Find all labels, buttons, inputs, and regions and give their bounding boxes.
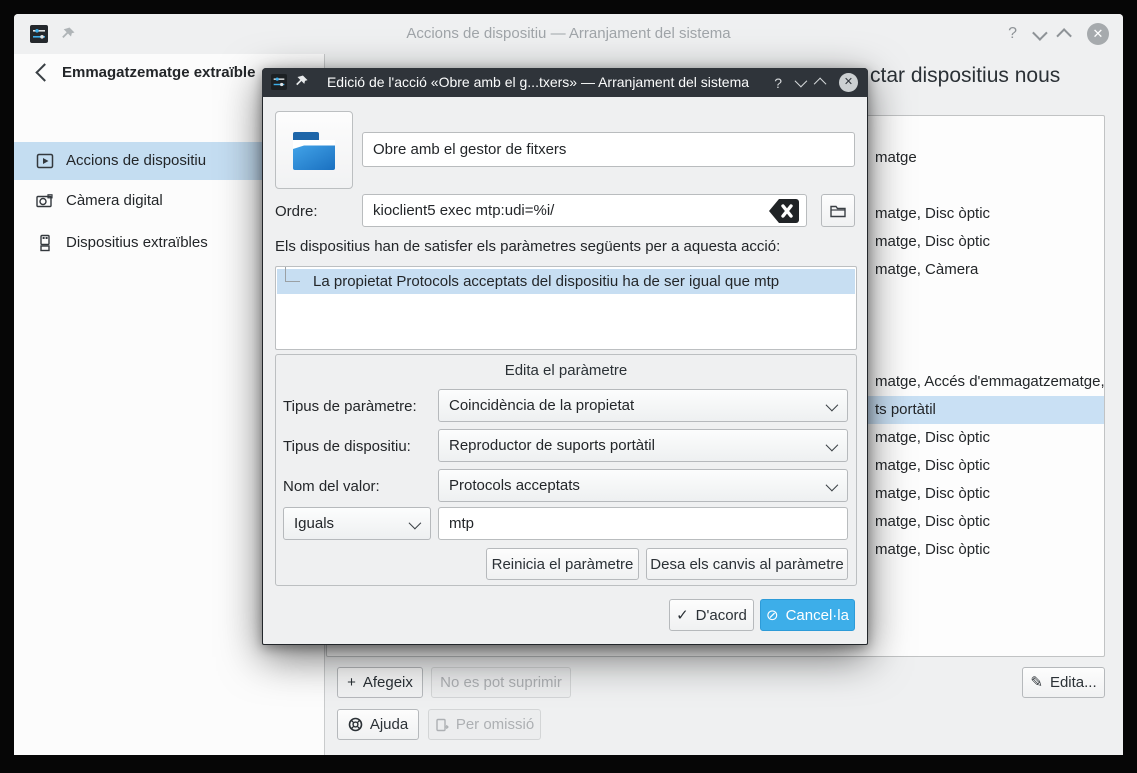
- device-label-fragment: matge, Disc òptic: [875, 424, 990, 452]
- chevron-down-icon: [826, 439, 839, 452]
- parameter-type-select[interactable]: Coincidència de la propietat: [438, 389, 848, 422]
- clear-text-icon[interactable]: [768, 198, 800, 224]
- chevron-down-icon: [826, 479, 839, 492]
- main-titlebar: Accions de dispositiu — Arranjament del …: [14, 14, 1123, 54]
- device-label-fragment: matge, Disc òptic: [875, 480, 990, 508]
- pencil-icon: ✎: [1030, 675, 1043, 690]
- close-button[interactable]: ✕: [1087, 23, 1109, 45]
- device-type-label: Tipus de dispositiu:: [283, 438, 411, 455]
- edit-action-dialog: Edició de l'acció «Obre amb el g...txers…: [262, 68, 868, 645]
- chevron-down-icon: [409, 517, 422, 530]
- maximize-button[interactable]: [814, 78, 827, 91]
- remove-button: No es pot suprimir: [431, 667, 571, 698]
- cancel-button[interactable]: ⊘ Cancel·la: [760, 599, 855, 631]
- device-label-fragment: matge: [875, 144, 917, 172]
- dialog-title: Edició de l'acció «Obre amb el g...txers…: [318, 68, 758, 97]
- chevron-down-icon: [826, 399, 839, 412]
- defaults-icon: [435, 718, 449, 732]
- folder-icon: [290, 128, 338, 172]
- dialog-titlebar: Edició de l'acció «Obre amb el g...txers…: [262, 68, 868, 97]
- browse-button[interactable]: [821, 194, 855, 227]
- minimize-button[interactable]: [795, 75, 808, 88]
- action-name-input[interactable]: Obre amb el gestor de fitxers: [362, 132, 855, 167]
- command-input[interactable]: kioclient5 exec mtp:udi=%i/: [362, 194, 807, 227]
- folder-open-icon: [830, 204, 846, 218]
- device-label-fragment: matge, Disc òptic: [875, 508, 990, 536]
- edit-button[interactable]: ✎ Edita...: [1022, 667, 1105, 698]
- usb-drive-icon: [36, 234, 54, 252]
- maximize-button[interactable]: [1056, 28, 1072, 44]
- system-settings-icon: [271, 74, 287, 90]
- device-actions-icon: [36, 152, 54, 170]
- value-name-label: Nom del valor:: [283, 478, 380, 495]
- main-window-title: Accions de dispositiu — Arranjament del …: [134, 14, 1003, 54]
- help-buoy-icon: [348, 717, 363, 732]
- requirements-label: Els dispositius han de satisfer els parà…: [275, 238, 780, 255]
- device-label-fragment: ts portàtil: [875, 396, 936, 424]
- pin-icon[interactable]: [295, 75, 308, 88]
- sidebar-item-label: Dispositius extraïbles: [66, 224, 208, 262]
- pin-icon[interactable]: [61, 27, 75, 41]
- value-name-select[interactable]: Protocols acceptats: [438, 469, 848, 502]
- tree-branch-icon: [285, 267, 300, 282]
- defaults-button: Per omissió: [428, 709, 541, 740]
- device-label-fragment: matge, Accés d'emmagatzematge, ...: [875, 368, 1105, 396]
- help-button[interactable]: ?: [1008, 25, 1017, 43]
- cancel-slash-icon: ⊘: [766, 608, 779, 623]
- operator-select[interactable]: Iguals: [283, 507, 431, 540]
- camera-icon: [36, 192, 54, 210]
- check-icon: ✓: [676, 608, 689, 623]
- sidebar-back-label: Emmagatzematge extraïble: [62, 60, 255, 86]
- help-button[interactable]: ?: [774, 75, 782, 91]
- groupbox-title: Edita el paràmetre: [276, 362, 856, 379]
- sidebar-item-label: Accions de dispositiu: [66, 142, 206, 180]
- device-label-fragment: matge, Disc òptic: [875, 536, 990, 564]
- ok-button[interactable]: ✓ D'acord: [669, 599, 754, 631]
- sidebar-item-label: Càmera digital: [66, 182, 163, 220]
- device-label-fragment: matge, Disc òptic: [875, 200, 990, 228]
- plus-icon: +: [347, 675, 356, 690]
- device-label-fragment: matge, Càmera: [875, 256, 978, 284]
- parameter-type-label: Tipus de paràmetre:: [283, 398, 417, 415]
- reset-parameter-button[interactable]: Reinicia el paràmetre: [486, 548, 639, 580]
- action-icon-button[interactable]: [275, 111, 353, 189]
- help-button-bottom[interactable]: Ajuda: [337, 709, 419, 740]
- page-title-fragment: ctar dispositius nous: [870, 64, 1060, 88]
- add-button[interactable]: + Afegeix: [337, 667, 423, 698]
- requirements-list[interactable]: La propietat Protocols acceptats del dis…: [275, 266, 857, 350]
- parameter-value-input[interactable]: mtp: [438, 507, 848, 540]
- device-type-select[interactable]: Reproductor de suports portàtil: [438, 429, 848, 462]
- device-label-fragment: matge, Disc òptic: [875, 452, 990, 480]
- requirement-item[interactable]: La propietat Protocols acceptats del dis…: [277, 269, 855, 294]
- save-parameter-button[interactable]: Desa els canvis al paràmetre: [646, 548, 848, 580]
- close-button[interactable]: ✕: [839, 73, 858, 92]
- minimize-button[interactable]: [1032, 25, 1048, 41]
- device-label-fragment: matge, Disc òptic: [875, 228, 990, 256]
- command-label: Ordre:: [275, 203, 318, 220]
- back-chevron-icon: [35, 63, 53, 81]
- system-settings-icon: [30, 25, 48, 43]
